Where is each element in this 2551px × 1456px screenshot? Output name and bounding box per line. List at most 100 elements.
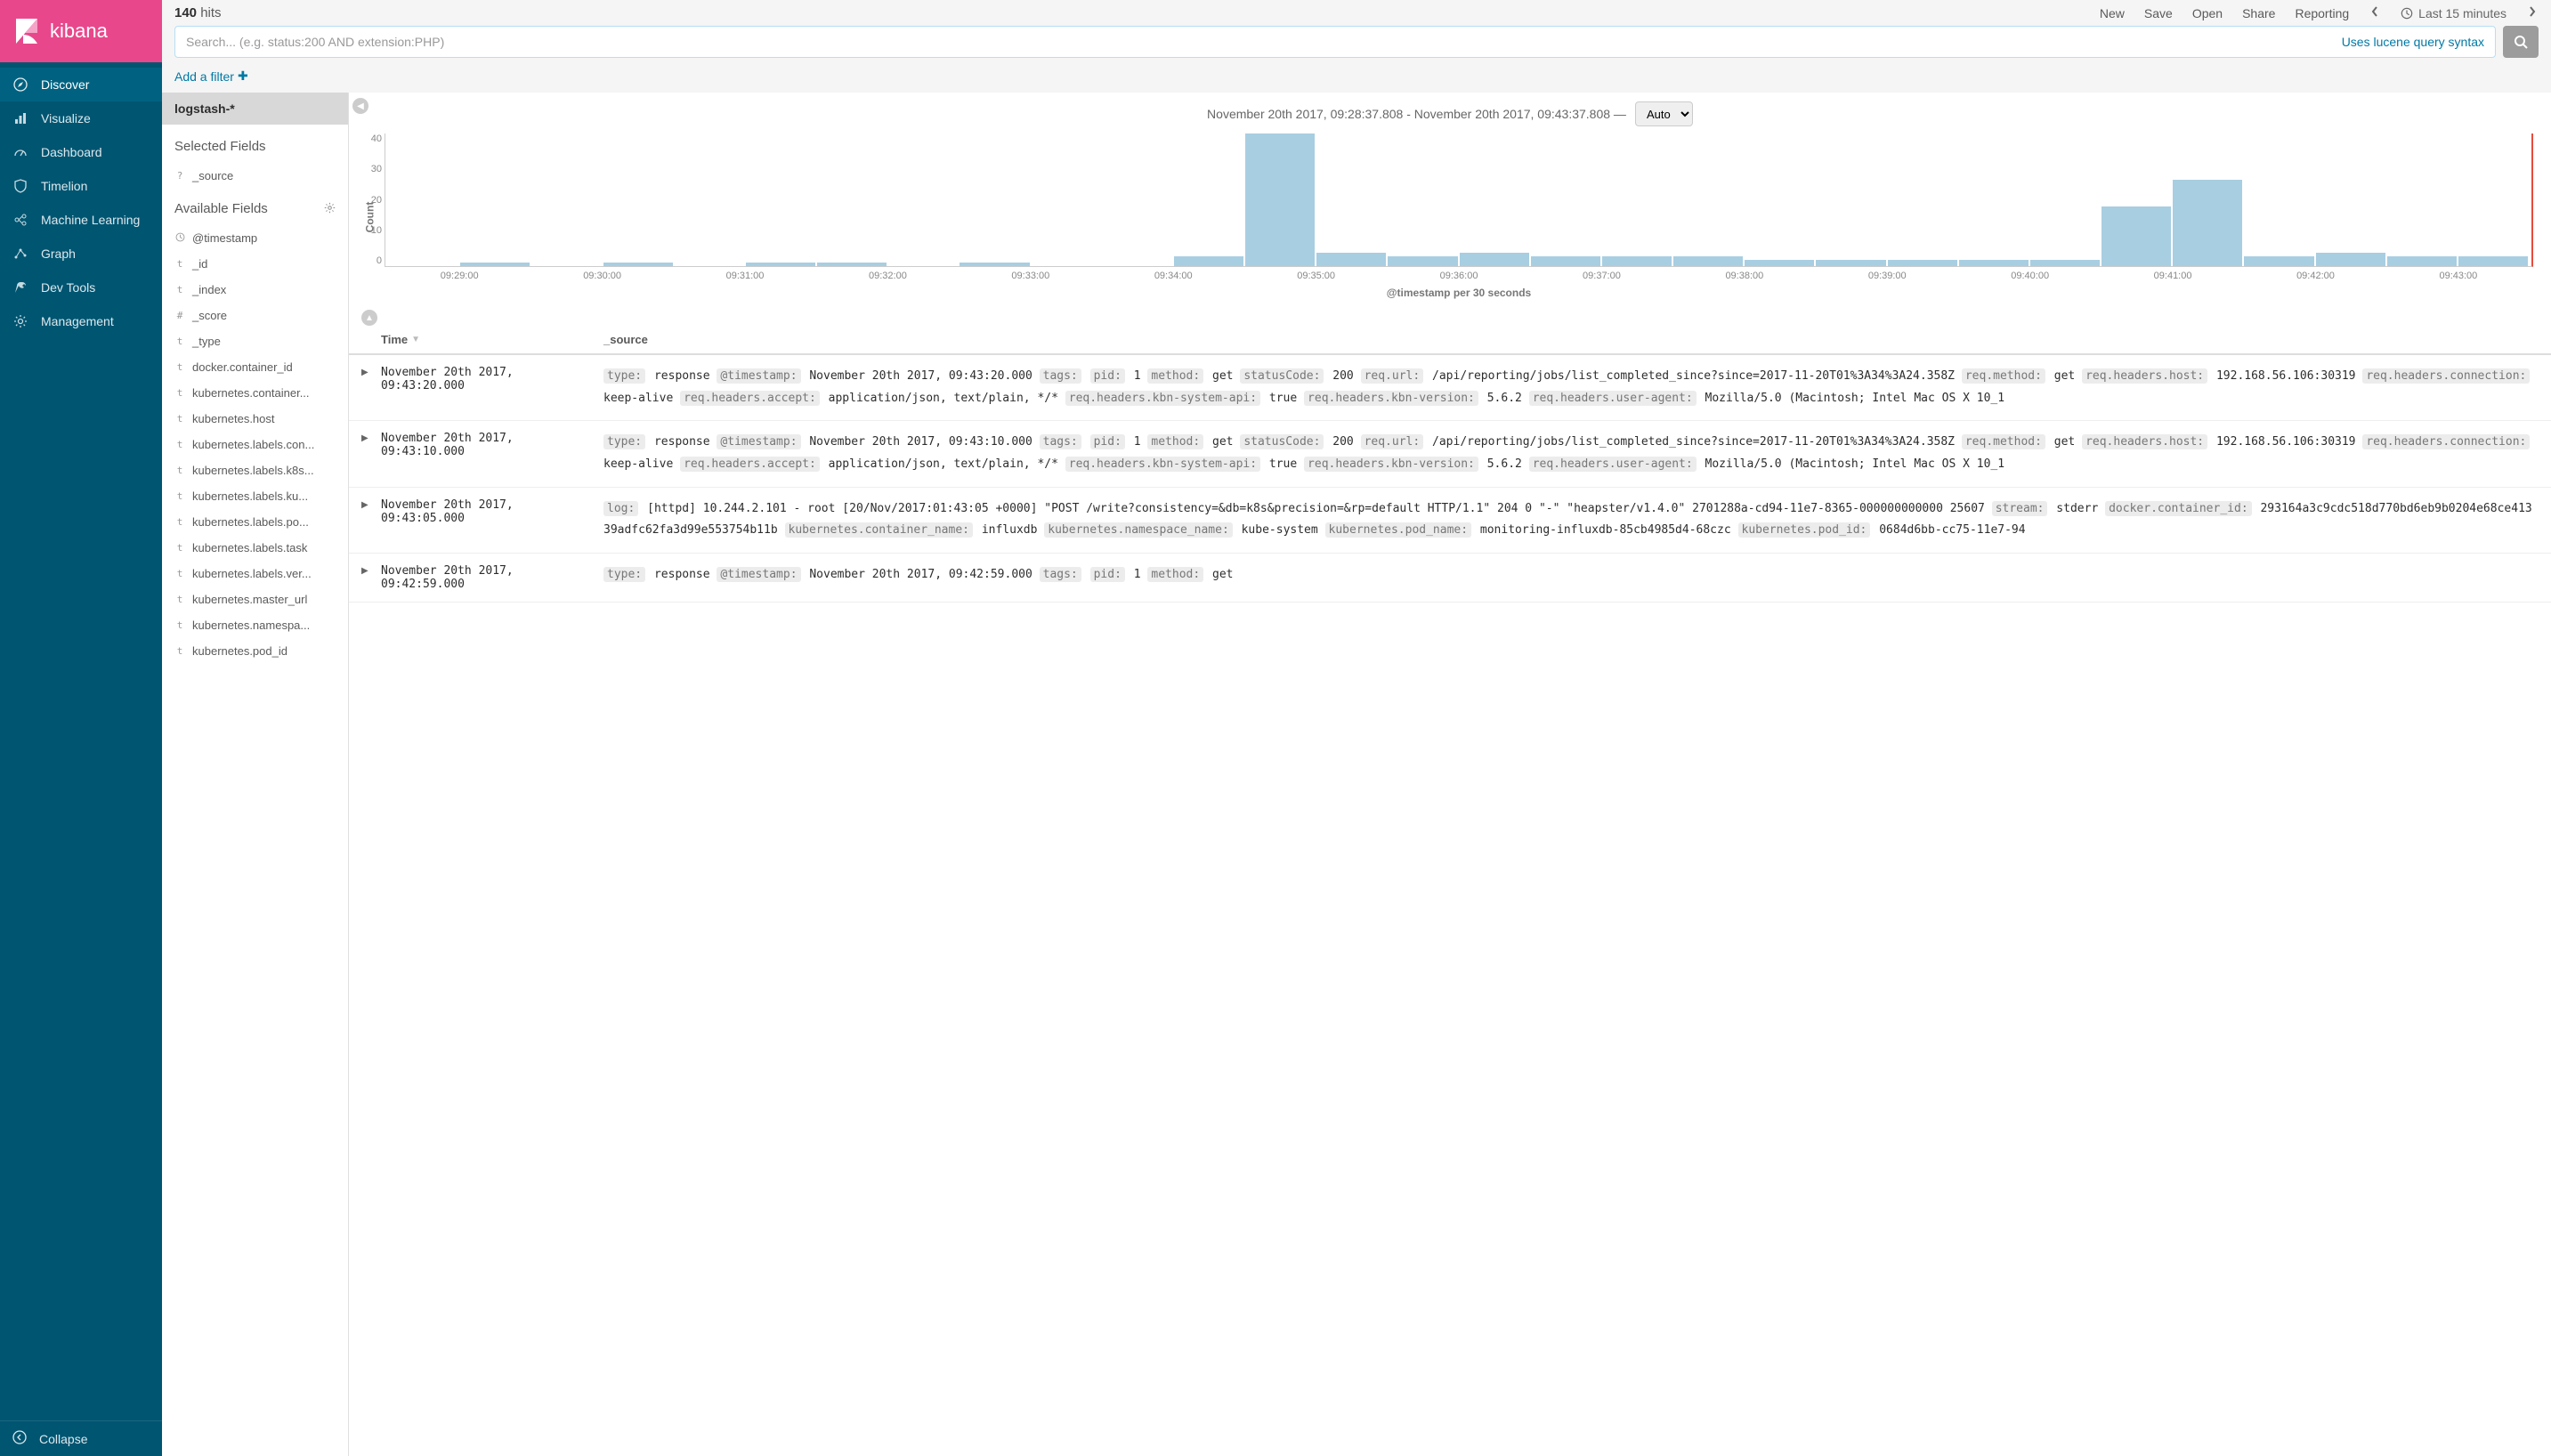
collapse-sidebar[interactable]: Collapse (0, 1420, 162, 1456)
add-filter-button[interactable]: Add a filter ✚ (174, 69, 248, 84)
collapse-fields-button[interactable]: ◀ (352, 98, 368, 114)
field-item[interactable]: ?_source (174, 163, 336, 189)
field-type-badge: t (174, 568, 185, 579)
clock-icon (2401, 7, 2413, 20)
wrench-icon (12, 279, 28, 295)
share-action[interactable]: Share (2242, 6, 2275, 20)
nav-item-discover[interactable]: Discover (0, 68, 162, 101)
nav-item-timelion[interactable]: Timelion (0, 169, 162, 203)
histogram-bar[interactable] (1745, 260, 1814, 266)
index-pattern-selector[interactable]: logstash-* (162, 93, 348, 125)
nav-label: Dev Tools (41, 280, 95, 295)
time-range-text: November 20th 2017, 09:28:37.808 - Novem… (1207, 107, 1626, 121)
ytick: 30 (360, 164, 382, 174)
field-type-badge: t (174, 465, 185, 476)
histogram-bar[interactable] (1959, 260, 2029, 266)
fields-settings-button[interactable] (324, 202, 336, 216)
column-header-time[interactable]: Time ▼ (381, 333, 603, 346)
search-box[interactable]: Uses lucene query syntax (174, 26, 2496, 58)
new-action[interactable]: New (2100, 6, 2125, 20)
histogram-bar[interactable] (2458, 256, 2528, 266)
histogram-bar[interactable] (2244, 256, 2313, 266)
nav-item-graph[interactable]: Graph (0, 237, 162, 271)
histogram-bar[interactable] (1460, 253, 1529, 266)
histogram-bar[interactable] (746, 263, 815, 266)
lucene-syntax-link[interactable]: Uses lucene query syntax (2342, 35, 2484, 49)
histogram-bar[interactable] (1602, 256, 1672, 266)
histogram-chart[interactable]: Count 403020100 09:29:0009:30:0009:31:00… (349, 130, 2551, 304)
histogram-bar[interactable] (1388, 256, 1457, 266)
source-key: statusCode: (1240, 434, 1324, 449)
nav-item-dashboard[interactable]: Dashboard (0, 135, 162, 169)
source-key: pid: (1090, 567, 1125, 582)
ml-icon (12, 212, 28, 228)
field-item[interactable]: tdocker.container_id (174, 354, 336, 380)
field-item[interactable]: tkubernetes.namespa... (174, 612, 336, 638)
field-item[interactable]: t_id (174, 251, 336, 277)
search-button[interactable] (2503, 26, 2539, 58)
field-item[interactable]: tkubernetes.labels.ver... (174, 561, 336, 586)
field-item[interactable]: tkubernetes.pod_id (174, 638, 336, 664)
ytick: 20 (360, 195, 382, 206)
expand-row-button[interactable]: ▶ (361, 564, 381, 591)
histogram-bar[interactable] (2030, 260, 2100, 266)
histogram-bar[interactable] (2173, 180, 2242, 266)
histogram-bar[interactable] (2387, 256, 2457, 266)
expand-row-button[interactable]: ▶ (361, 366, 381, 409)
save-action[interactable]: Save (2144, 6, 2173, 20)
source-key: log: (603, 501, 638, 516)
field-item[interactable]: tkubernetes.labels.con... (174, 432, 336, 457)
field-item[interactable]: tkubernetes.container... (174, 380, 336, 406)
column-header-source[interactable]: _source (603, 333, 2539, 346)
open-action[interactable]: Open (2192, 6, 2223, 20)
histogram-bar[interactable] (603, 263, 673, 266)
xtick: 09:31:00 (674, 271, 816, 281)
histogram-bar[interactable] (817, 263, 887, 266)
histogram-bar[interactable] (1816, 260, 1885, 266)
field-item[interactable]: tkubernetes.labels.po... (174, 509, 336, 535)
field-item[interactable]: tkubernetes.host (174, 406, 336, 432)
histogram-bar[interactable] (1245, 133, 1315, 266)
histogram-bar[interactable] (2316, 253, 2385, 266)
histogram-bar[interactable] (1174, 256, 1243, 266)
collapse-chart-button[interactable]: ▲ (361, 310, 377, 326)
search-input[interactable] (186, 35, 2331, 49)
field-item[interactable]: tkubernetes.labels.task (174, 535, 336, 561)
histogram-bar[interactable] (1673, 256, 1743, 266)
histogram-bar[interactable] (1888, 260, 1957, 266)
histogram-bar[interactable] (2102, 206, 2171, 266)
source-key: req.headers.accept: (680, 391, 820, 406)
histogram-bar[interactable] (460, 263, 530, 266)
histogram-bar[interactable] (1316, 253, 1386, 266)
field-item[interactable]: tkubernetes.master_url (174, 586, 336, 612)
reporting-action[interactable]: Reporting (2295, 6, 2349, 20)
field-type-badge: t (174, 413, 185, 425)
histogram-bar[interactable] (960, 263, 1029, 266)
source-key: statusCode: (1240, 368, 1324, 384)
expand-row-button[interactable]: ▶ (361, 498, 381, 542)
field-item[interactable]: @timestamp (174, 225, 336, 251)
logo[interactable]: kibana (0, 0, 162, 62)
field-item[interactable]: tkubernetes.labels.k8s... (174, 457, 336, 483)
cell-source: type: response @timestamp: November 20th… (603, 564, 2539, 591)
time-prev-button[interactable] (2369, 5, 2381, 20)
source-key: tags: (1040, 567, 1081, 582)
field-item[interactable]: t_index (174, 277, 336, 303)
time-range-picker[interactable]: Last 15 minutes (2401, 6, 2506, 20)
field-type-badge: t (174, 516, 185, 528)
nav-item-visualize[interactable]: Visualize (0, 101, 162, 135)
nav-item-dev-tools[interactable]: Dev Tools (0, 271, 162, 304)
interval-select[interactable]: Auto (1635, 101, 1693, 126)
nav-item-management[interactable]: Management (0, 304, 162, 338)
field-item[interactable]: t_type (174, 328, 336, 354)
time-next-button[interactable] (2526, 5, 2539, 20)
cell-time: November 20th 2017, 09:43:20.000 (381, 366, 603, 409)
field-item[interactable]: tkubernetes.labels.ku... (174, 483, 336, 509)
field-item[interactable]: #_score (174, 303, 336, 328)
nav-item-machine-learning[interactable]: Machine Learning (0, 203, 162, 237)
field-name: _id (192, 257, 207, 271)
expand-row-button[interactable]: ▶ (361, 432, 381, 475)
source-key: type: (603, 434, 645, 449)
histogram-bar[interactable] (1531, 256, 1600, 266)
graph-icon (12, 246, 28, 262)
